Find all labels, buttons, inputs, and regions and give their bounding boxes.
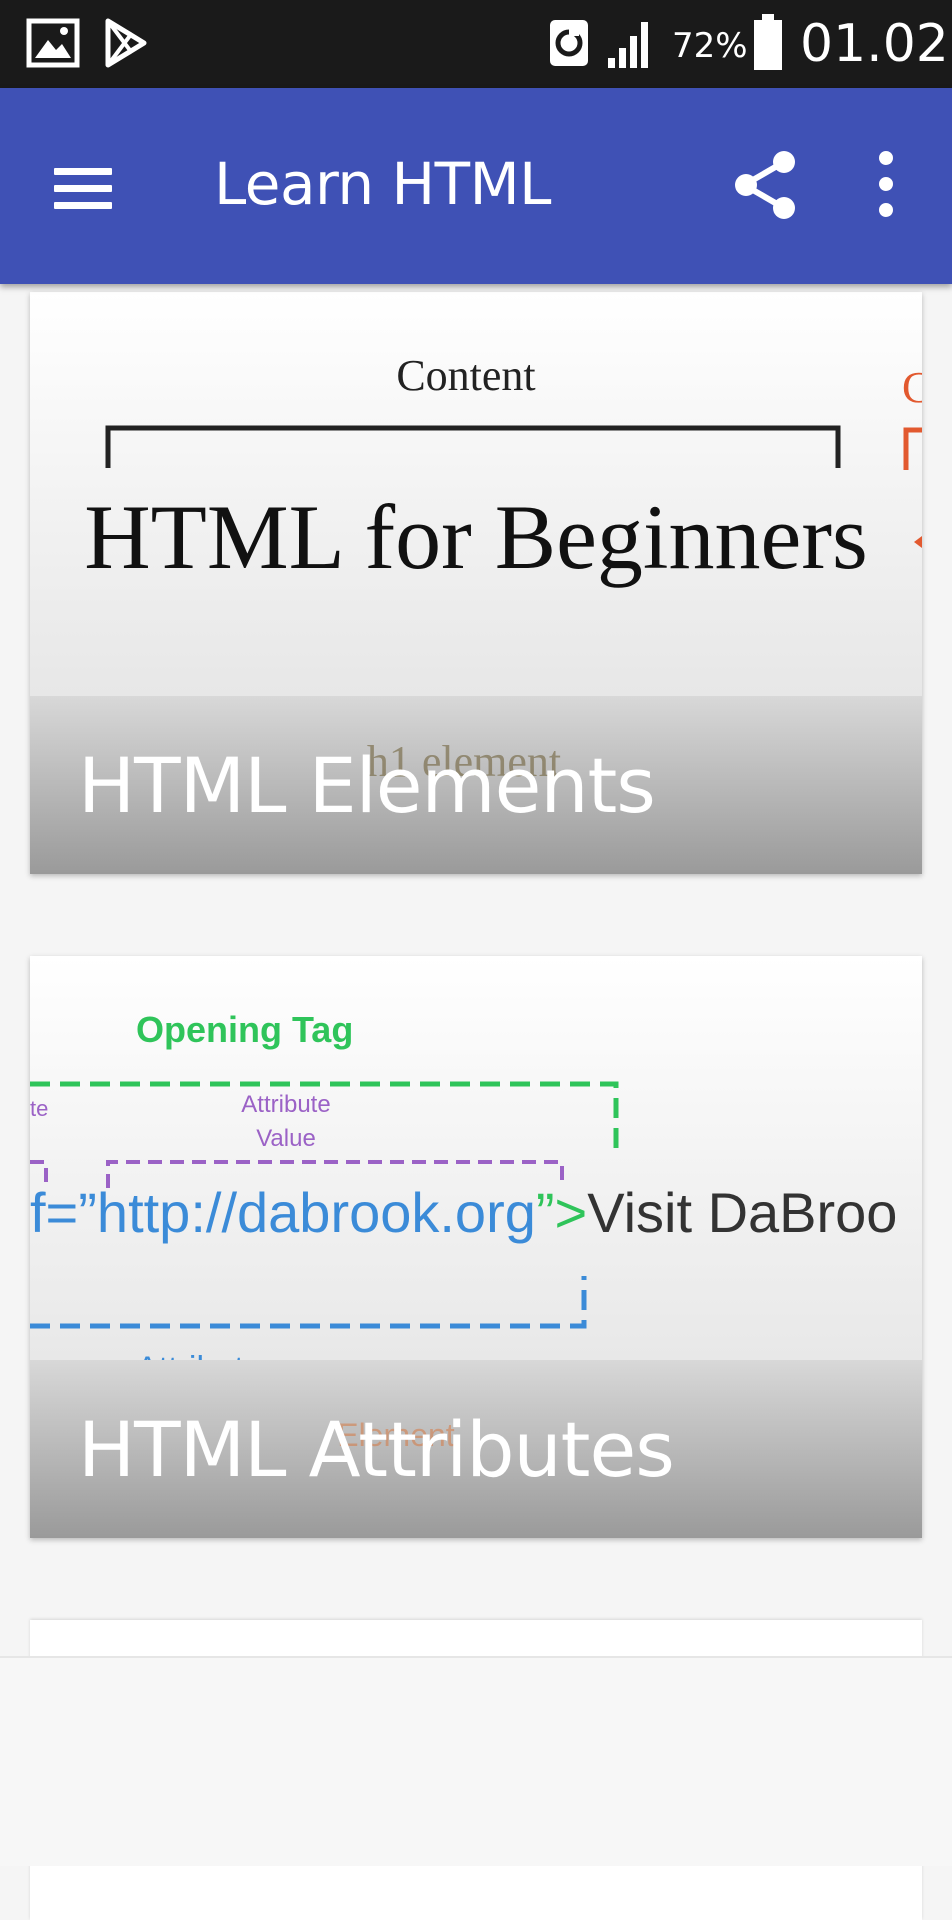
image-text-attribute-value-2: Value bbox=[256, 1125, 316, 1152]
image-code-line: f=”http://dabrook.org”>Visit DaBroo bbox=[30, 1181, 897, 1244]
card-html-attributes[interactable]: Opening Tag te Attribute Value f=”http:/… bbox=[30, 956, 922, 1538]
image-text-attribute-value-1: Attribute bbox=[241, 1091, 330, 1118]
battery-icon bbox=[754, 14, 782, 70]
card-title: HTML Elements bbox=[78, 741, 656, 830]
sync-icon bbox=[550, 20, 588, 66]
topic-list: Content HTML for Beginners C h1 element … bbox=[0, 284, 952, 1920]
gallery-icon bbox=[26, 18, 80, 68]
play-store-icon bbox=[105, 18, 147, 68]
bottom-area bbox=[0, 1656, 952, 1866]
code-text: Visit DaBroo bbox=[587, 1181, 897, 1244]
battery-percent: 72% bbox=[672, 26, 748, 66]
app-title: Learn HTML bbox=[214, 150, 551, 218]
status-bar: 72% 01.02 bbox=[0, 0, 952, 88]
image-text-headline: HTML for Beginners bbox=[84, 486, 868, 588]
card-title: HTML Attributes bbox=[78, 1405, 675, 1494]
code-close: ”> bbox=[536, 1181, 587, 1244]
more-vert-icon[interactable] bbox=[858, 144, 914, 228]
app-bar: Learn HTML bbox=[0, 88, 952, 284]
card-html-elements[interactable]: Content HTML for Beginners C h1 element … bbox=[30, 292, 922, 874]
image-text-opening-tag: Opening Tag bbox=[136, 1009, 353, 1050]
code-url: http://dabrook.org bbox=[97, 1181, 536, 1244]
menu-icon[interactable] bbox=[40, 148, 120, 228]
clock: 01.02 bbox=[800, 14, 949, 74]
share-icon[interactable] bbox=[724, 144, 808, 228]
signal-icon bbox=[608, 22, 648, 68]
image-fragment-c: C bbox=[902, 363, 922, 412]
code-attr: f=” bbox=[30, 1181, 97, 1244]
image-text-attr-fragment: te bbox=[30, 1096, 48, 1121]
image-text-content: Content bbox=[396, 351, 535, 400]
